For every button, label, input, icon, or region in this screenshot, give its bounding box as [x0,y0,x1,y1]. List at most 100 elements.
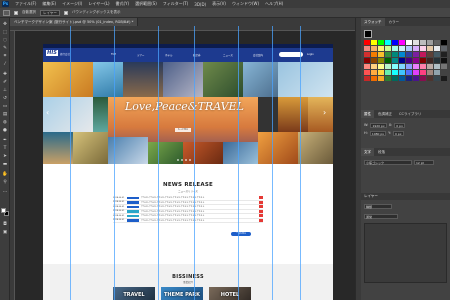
blend-mode-select[interactable]: 通常 [364,213,398,219]
guide-line[interactable] [114,26,115,300]
news-list: 2018.06.01 テキストテキストテキストテキストテキストテキストテキストテ… [113,196,263,223]
vertical-ruler[interactable] [10,31,15,300]
prop-height-field[interactable]: 1080 px [369,130,387,136]
guide-line[interactable] [158,26,159,300]
tab-cc-libraries[interactable]: CCライブラリ [396,110,425,118]
new-badge-icon [259,214,263,218]
history-brush-tool-icon[interactable]: ↺ [2,96,8,101]
tab-character[interactable]: 文字 [361,148,374,156]
menu-view[interactable]: 表示(V) [212,1,226,7]
guide-line[interactable] [272,26,273,300]
document-tab-bar: ベンチマークデザイン案 (旅行サイト).psd @ 50% (01_index,… [10,18,355,26]
photo-tile [278,97,308,132]
document-canvas[interactable]: HIS online HIS 旅行会社 TOP ツアー ホテル 航空券 ニュース… [43,44,333,300]
menu-image[interactable]: イメージ(I) [62,1,82,7]
layer-select-dropdown[interactable]: レイヤー [40,9,60,16]
menu-select[interactable]: 選択範囲(S) [135,1,157,7]
transform-controls-label: バウンディングボックスを表示 [71,10,121,14]
business-card-theme-park: THEME PARK [161,287,203,300]
site-nav: HIS 旅行会社 TOP ツアー ホテル 航空券 ニュース 会社案内 Login [43,48,333,62]
dodge-tool-icon[interactable]: ● [2,128,8,133]
photo-tile [43,62,93,97]
blur-tool-icon[interactable]: ◍ [2,120,8,125]
path-select-tool-icon[interactable]: ➤ [2,154,8,159]
lasso-tool-icon[interactable]: ◌ [2,38,8,43]
news-more-button: 一覧を見る [231,232,251,236]
move-tool-icon[interactable] [3,9,10,16]
site-nav-item: ニュース [223,54,233,57]
photo-tile [123,62,163,97]
tab-adjustments[interactable]: 色調補正 [375,110,395,118]
menu-type[interactable]: 書式(Y) [116,1,130,7]
photo-tile [93,62,123,97]
swatch-grid[interactable] [364,40,447,84]
guide-line[interactable] [300,26,301,300]
menu-3d[interactable]: 3D(D) [194,2,206,7]
eyedropper-tool-icon[interactable]: ⁄ [2,62,8,67]
layers-list[interactable] [364,223,447,283]
prop-label: X: [388,123,393,127]
layers-panel-header[interactable]: レイヤー [361,193,450,200]
business-card-label: TRAVEL [123,292,145,298]
menu-edit[interactable]: 編集(E) [42,1,56,7]
hand-tool-icon[interactable]: ✋ [2,172,8,177]
crop-tool-icon[interactable]: ⌗ [2,54,8,59]
eraser-tool-icon[interactable]: ▭ [2,104,8,109]
prop-width-field[interactable]: 1920 px [370,122,387,128]
font-size-field[interactable]: 12 pt [414,159,434,165]
prop-y-field[interactable]: 0 px [392,130,404,136]
quick-mask-icon[interactable]: ◘ [2,222,8,227]
photo-tile [278,62,333,97]
menu-layer[interactable]: レイヤー(L) [88,1,109,7]
new-badge-icon [259,218,263,222]
auto-select-label: 自動選択 [22,10,36,14]
prop-label: H: [364,131,368,135]
move-tool-icon[interactable]: ✥ [2,22,8,27]
menu-file[interactable]: ファイル(F) [15,1,36,7]
clone-stamp-tool-icon[interactable]: ⊥ [2,88,8,93]
news-category-badge [127,196,139,199]
news-release-heading: NEWS RELEASE [163,182,213,188]
document-tab[interactable]: ベンチマークデザイン案 (旅行サイト).psd @ 50% (01_index,… [10,18,139,26]
quick-select-tool-icon[interactable]: ✎ [2,46,8,51]
healing-brush-tool-icon[interactable]: ✚ [2,72,8,77]
screen-mode-icon[interactable]: ▣ [2,230,8,235]
menu-filter[interactable]: フィルター(T) [163,1,188,7]
business-card-travel: TRAVEL [113,287,155,300]
news-category-badge [127,214,139,217]
tab-paragraph[interactable]: 段落 [375,148,388,156]
font-family-select[interactable]: 小塚ゴシック [364,159,412,165]
auto-select-checkbox[interactable] [14,10,18,15]
tab-color[interactable]: カラー [385,18,402,26]
menu-help[interactable]: ヘルプ(H) [265,1,283,7]
menu-window[interactable]: ウィンドウ(W) [232,1,259,7]
photo-tile [298,132,333,164]
prop-label: Y: [388,131,391,135]
tab-swatches[interactable]: スウォッチ [361,18,385,26]
marquee-tool-icon[interactable]: ⬚ [2,30,8,35]
layers-kind-select[interactable]: 種類 [364,203,392,209]
pen-tool-icon[interactable]: ✒ [2,138,8,143]
type-tool-icon[interactable]: T [2,146,8,151]
zoom-tool-icon[interactable]: ⚲ [2,180,8,185]
gradient-tool-icon[interactable]: ▤ [2,112,8,117]
horizontal-ruler[interactable] [10,26,355,31]
guide-line[interactable] [70,26,71,300]
right-panels: スウォッチ カラー 属性 色調補正 CCライブラリ W: 1920 px X: … [361,18,450,300]
canvas-workspace[interactable]: HIS online HIS 旅行会社 TOP ツアー ホテル 航空券 ニュース… [10,26,355,300]
chevron-right-icon: › [323,108,327,117]
brush-tool-icon[interactable]: ✐ [2,80,8,85]
site-logo-sub: 旅行会社 [60,53,71,56]
transform-controls-checkbox[interactable] [63,10,68,15]
prop-x-field[interactable]: 0 px [394,122,405,128]
current-color-chip[interactable] [364,30,372,38]
options-bar: 自動選択 レイヤー バウンディングボックスを表示 [0,8,450,18]
property-row: W: 1920 px X: 0 px [364,122,405,128]
guide-line[interactable] [238,26,239,300]
foreground-color-swatch[interactable] [1,208,6,213]
more-tools-icon[interactable]: ⋯ [2,190,8,195]
shape-tool-icon[interactable]: ▬ [2,162,8,167]
news-release-subheading: ニュースリリース [178,190,198,193]
tab-properties[interactable]: 属性 [361,110,374,118]
guide-line[interactable] [194,26,195,300]
